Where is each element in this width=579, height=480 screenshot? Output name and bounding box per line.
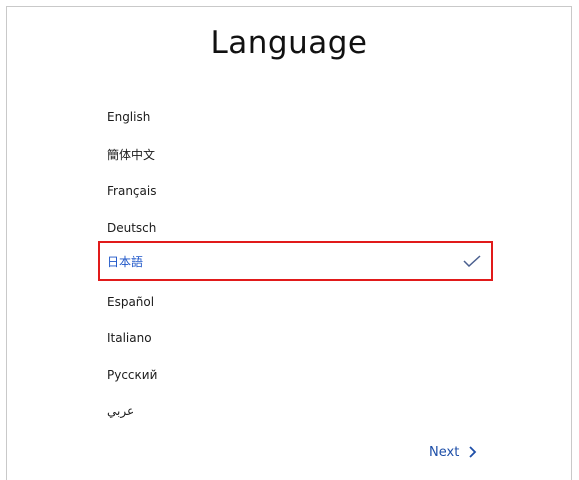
language-label: Deutsch: [107, 221, 157, 235]
language-label: English: [107, 110, 151, 124]
language-label: Français: [107, 184, 157, 198]
language-label: Русский: [107, 368, 158, 382]
language-option-russian[interactable]: Русский: [103, 357, 487, 393]
checkmark-icon: [463, 255, 481, 267]
language-label: 簡体中文: [107, 147, 156, 162]
language-label: Español: [107, 295, 155, 309]
language-list: English 簡体中文 Français Deutsch 日本語 Españo…: [7, 7, 571, 480]
chevron-right-icon: [469, 446, 477, 458]
next-label: Next: [429, 444, 460, 460]
language-option-italian[interactable]: Italiano: [103, 320, 487, 356]
language-screen: Language English 簡体中文 Français Deutsch 日…: [6, 6, 572, 480]
language-label: 日本語: [107, 254, 144, 269]
language-option-english[interactable]: English: [103, 99, 487, 135]
language-option-japanese[interactable]: 日本語: [103, 243, 487, 279]
language-label: Italiano: [107, 331, 152, 345]
next-button[interactable]: Next: [429, 441, 477, 463]
language-option-simplified-chinese[interactable]: 簡体中文: [103, 136, 487, 172]
language-option-spanish[interactable]: Español: [103, 284, 487, 320]
language-option-german[interactable]: Deutsch: [103, 210, 487, 246]
language-option-arabic[interactable]: عربي: [103, 393, 487, 429]
language-label: عربي: [107, 404, 135, 418]
language-option-french[interactable]: Français: [103, 173, 487, 209]
